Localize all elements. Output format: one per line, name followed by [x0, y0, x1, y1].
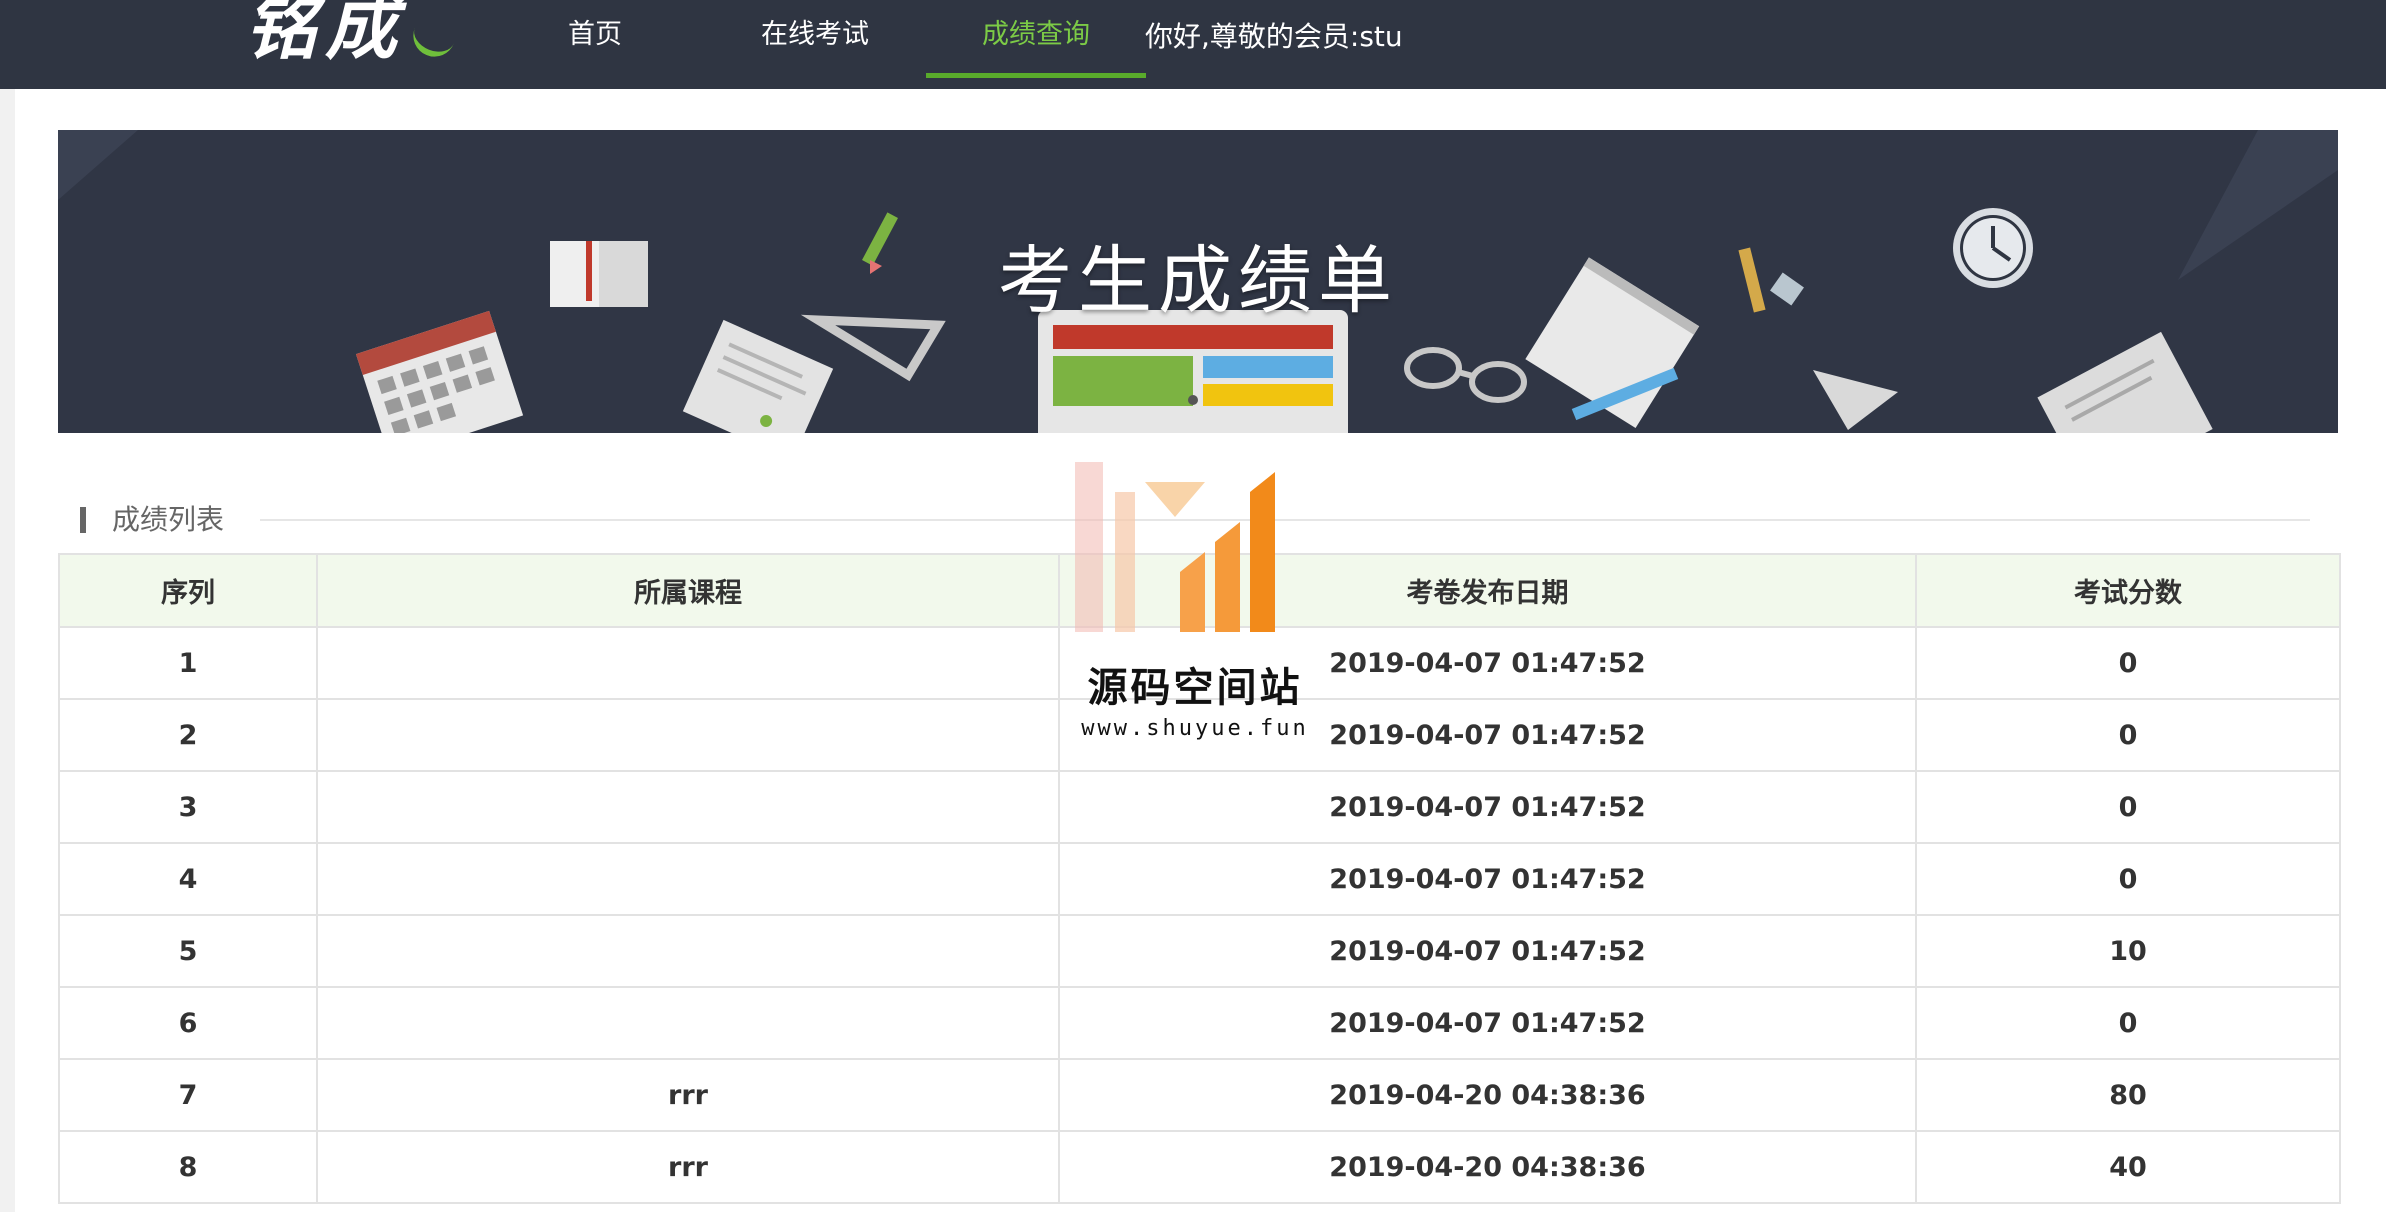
table-row: 3 2019-04-07 01:47:52 0 [58, 770, 2341, 844]
site-logo[interactable]: 铭成 [245, 0, 455, 69]
cell-course [316, 842, 1060, 916]
cell-score: 0 [1915, 626, 2341, 700]
logo-text: 铭成 [245, 0, 406, 69]
cell-score: 0 [1915, 986, 2341, 1060]
user-greeting[interactable]: 你好,尊敬的会员:stu [1145, 0, 1403, 76]
cell-index: 6 [58, 986, 318, 1060]
cell-course [316, 770, 1060, 844]
cell-score: 10 [1915, 914, 2341, 988]
nav-item-online-exam[interactable]: 在线考试 [745, 0, 885, 76]
cell-publish-date: 2019-04-20 04:38:36 [1058, 1058, 1917, 1132]
cell-index: 2 [58, 698, 318, 772]
cell-index: 5 [58, 914, 318, 988]
table-row: 6 2019-04-07 01:47:52 0 [58, 986, 2341, 1060]
cell-course [316, 626, 1060, 700]
cell-score: 80 [1915, 1058, 2341, 1132]
table-row: 4 2019-04-07 01:47:52 0 [58, 842, 2341, 916]
cell-score: 0 [1915, 842, 2341, 916]
page-banner: 考生成绩单 [58, 130, 2338, 433]
column-header-score: 考试分数 [1915, 553, 2341, 628]
logo-swoosh-icon [407, 25, 455, 63]
nav-item-grade-query[interactable]: 成绩查询 [966, 0, 1106, 76]
active-tab-indicator [926, 73, 1146, 78]
cell-score: 0 [1915, 770, 2341, 844]
watermark-url: www.shuyue.fun [1081, 716, 1309, 741]
cell-index: 7 [58, 1058, 318, 1132]
cell-score: 40 [1915, 1130, 2341, 1204]
cell-index: 4 [58, 842, 318, 916]
banner-title: 考生成绩单 [998, 238, 1398, 324]
table-row: 8 rrr 2019-04-20 04:38:36 40 [58, 1130, 2341, 1204]
cell-publish-date: 2019-04-07 01:47:52 [1058, 842, 1917, 916]
cell-score: 0 [1915, 698, 2341, 772]
cell-course [316, 698, 1060, 772]
column-header-index: 序列 [58, 553, 318, 628]
cell-course [316, 986, 1060, 1060]
cell-publish-date: 2019-04-07 01:47:52 [1058, 770, 1917, 844]
cell-course: rrr [316, 1058, 1060, 1132]
nav-item-label: 在线考试 [761, 19, 869, 50]
cell-publish-date: 2019-04-07 01:47:52 [1058, 986, 1917, 1060]
section-marker [80, 507, 86, 533]
column-header-course: 所属课程 [316, 553, 1060, 628]
table-row: 5 2019-04-07 01:47:52 10 [58, 914, 2341, 988]
nav-item-label: 首页 [568, 19, 622, 50]
cell-course: rrr [316, 1130, 1060, 1204]
top-navbar: 铭成 首页 在线考试 成绩查询 你好,尊敬的会员:stu [0, 0, 2386, 89]
nav-item-label: 成绩查询 [982, 19, 1090, 50]
table-row: 7 rrr 2019-04-20 04:38:36 80 [58, 1058, 2341, 1132]
cell-course [316, 914, 1060, 988]
cell-publish-date: 2019-04-07 01:47:52 [1058, 914, 1917, 988]
nav-item-home[interactable]: 首页 [540, 0, 650, 76]
watermark-text: 源码空间站 [1087, 665, 1303, 711]
section-title: 成绩列表 [112, 503, 225, 536]
cell-publish-date: 2019-04-20 04:38:36 [1058, 1130, 1917, 1204]
cell-index: 3 [58, 770, 318, 844]
cell-index: 8 [58, 1130, 318, 1204]
cell-index: 1 [58, 626, 318, 700]
